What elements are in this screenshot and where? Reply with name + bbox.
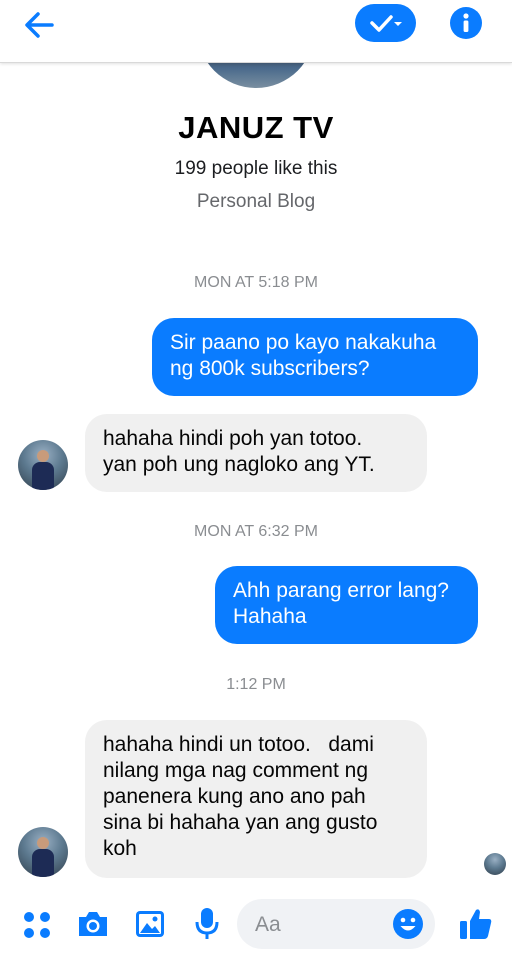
message-bubble-received[interactable]: hahaha hindi poh yan totoo. yan poh ung … (85, 414, 427, 492)
page-likes: 199 people like this (174, 158, 338, 179)
message-line: hahaha hindi poh yan totoo. (103, 427, 363, 450)
page-name: JANUZ TV (178, 110, 334, 145)
emoji-button[interactable] (392, 908, 424, 945)
message-line: Sir paano po kayo nakakuha (170, 331, 437, 354)
check-dropdown-icon (370, 15, 402, 32)
timestamp: MON AT 5:18 PM (194, 274, 318, 291)
microphone-icon (195, 908, 219, 939)
apps-icon (24, 912, 50, 938)
mark-done-button[interactable] (355, 4, 416, 42)
contact-avatar[interactable] (18, 440, 68, 490)
back-button[interactable] (18, 6, 62, 44)
apps-button[interactable] (22, 910, 52, 945)
message-line: Hahaha (233, 605, 307, 628)
message-line: panenera kung ano ano pah (103, 785, 366, 808)
emoji-icon (393, 909, 423, 939)
arrow-left-icon (25, 12, 54, 38)
message-line: Ahh parang error lang? (233, 579, 449, 602)
message-line: hahaha hindi un totoo. dami (103, 733, 374, 756)
message-line: nilang mga nag comment ng (103, 759, 368, 782)
info-button[interactable] (450, 7, 482, 39)
top-bar (0, 0, 512, 63)
timestamp: MON AT 6:32 PM (194, 523, 318, 540)
message-bubble-sent[interactable]: Sir paano po kayo nakakuha ng 800k subsc… (152, 318, 478, 396)
message-line: koh (103, 837, 137, 860)
message-bubble-received[interactable]: hahaha hindi un totoo. dami nilang mga n… (85, 720, 427, 878)
message-input-box[interactable] (237, 899, 435, 949)
page-category: Personal Blog (196, 191, 316, 212)
camera-icon (79, 912, 107, 936)
message-input[interactable] (253, 909, 387, 941)
message-line: sina bi hahaha yan ang gusto (103, 811, 378, 834)
info-icon (463, 13, 469, 32)
message-line: yan poh ung nagloko ang YT. (103, 453, 375, 476)
message-composer (0, 886, 512, 960)
contact-avatar[interactable] (18, 827, 68, 877)
voice-button[interactable] (193, 906, 221, 947)
message-line: ng 800k subscribers? (170, 357, 370, 380)
like-button[interactable] (458, 906, 494, 947)
gallery-button[interactable] (134, 908, 166, 945)
camera-button[interactable] (76, 908, 110, 945)
thumbs-up-icon (460, 909, 492, 939)
seen-indicator-avatar (484, 853, 506, 875)
image-icon (136, 911, 164, 937)
timestamp: 1:12 PM (226, 676, 286, 693)
message-bubble-sent[interactable]: Ahh parang error lang? Hahaha (215, 566, 478, 644)
